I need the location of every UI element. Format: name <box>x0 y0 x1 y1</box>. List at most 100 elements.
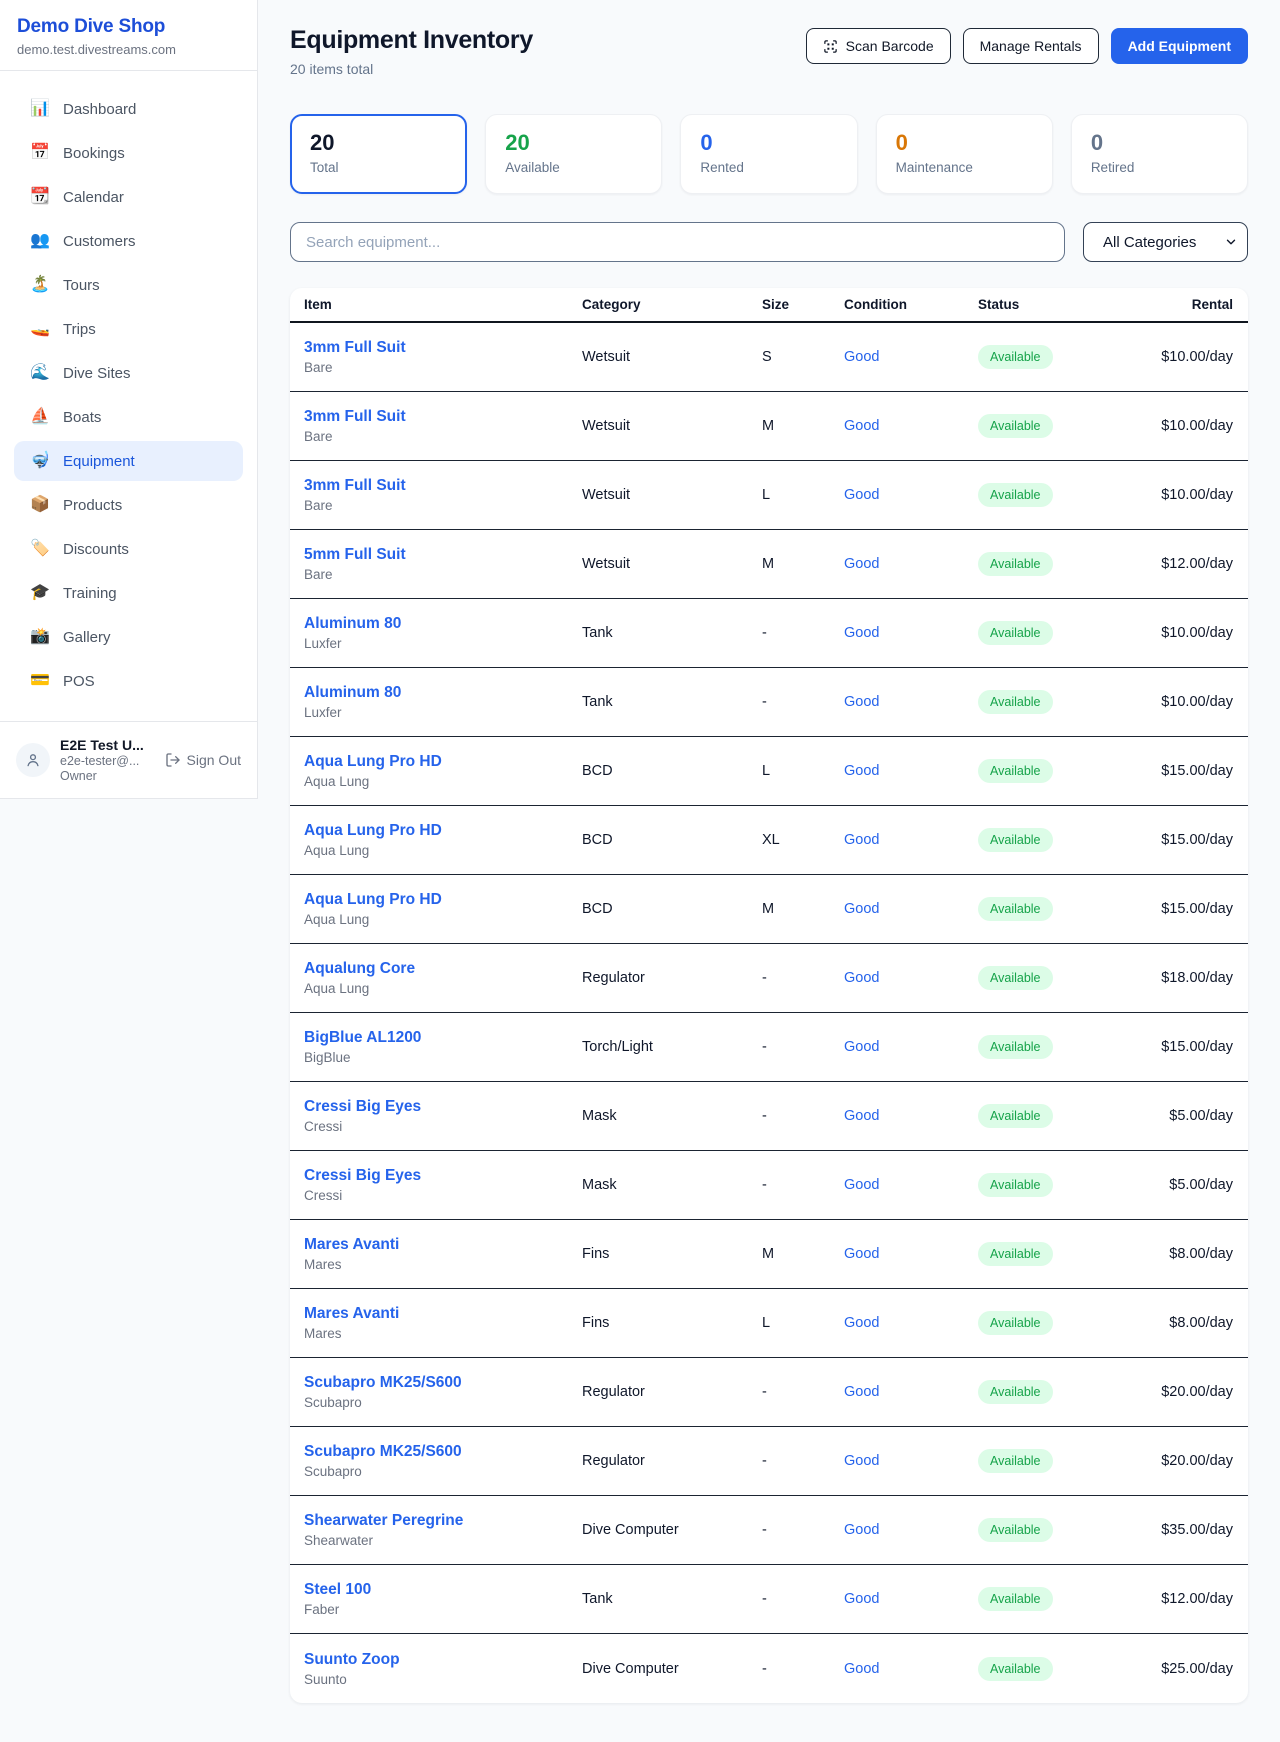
status-badge: Available <box>978 690 1053 714</box>
item-brand: Suunto <box>304 1672 582 1687</box>
item-name-link[interactable]: Mares Avanti <box>304 1305 582 1323</box>
stat-card-rented[interactable]: 0 Rented <box>680 114 857 194</box>
condition-link[interactable]: Good <box>844 763 879 779</box>
item-name-link[interactable]: 3mm Full Suit <box>304 339 582 357</box>
condition-link[interactable]: Good <box>844 1453 879 1469</box>
item-name-link[interactable]: Aqualung Core <box>304 960 582 978</box>
rental-cell: $35.00/day <box>1098 1522 1233 1538</box>
item-name-link[interactable]: Aqua Lung Pro HD <box>304 753 582 771</box>
item-name-link[interactable]: Scubapro MK25/S600 <box>304 1443 582 1461</box>
sidebar-item-icon: 🎓 <box>30 585 50 601</box>
condition-link[interactable]: Good <box>844 901 879 917</box>
stat-card-retired[interactable]: 0 Retired <box>1071 114 1248 194</box>
category-select[interactable]: All Categories <box>1083 222 1248 262</box>
item-name-link[interactable]: Scubapro MK25/S600 <box>304 1374 582 1392</box>
brand-name[interactable]: Demo Dive Shop <box>17 16 240 38</box>
condition-cell: Good <box>844 1314 978 1332</box>
sidebar-item-tours[interactable]: 🏝️ Tours <box>14 265 243 305</box>
item-brand: Aqua Lung <box>304 912 582 927</box>
stats-row: 20 Total 20 Available 0 Rented 0 Mainten… <box>290 114 1248 194</box>
rental-cell: $12.00/day <box>1098 556 1233 572</box>
item-name-link[interactable]: 5mm Full Suit <box>304 546 582 564</box>
sidebar-item-label: Equipment <box>63 453 135 470</box>
status-badge: Available <box>978 759 1053 783</box>
size-cell: M <box>762 1246 844 1262</box>
stat-card-maintenance[interactable]: 0 Maintenance <box>876 114 1053 194</box>
sidebar-item-label: Tours <box>63 277 100 294</box>
item-name-link[interactable]: Aluminum 80 <box>304 615 582 633</box>
sidebar-item-boats[interactable]: ⛵ Boats <box>14 397 243 437</box>
item-name-link[interactable]: Steel 100 <box>304 1581 582 1599</box>
condition-link[interactable]: Good <box>844 1661 879 1677</box>
status-badge: Available <box>978 1518 1053 1542</box>
item-name-link[interactable]: Shearwater Peregrine <box>304 1512 582 1530</box>
sidebar-item-customers[interactable]: 👥 Customers <box>14 221 243 261</box>
condition-link[interactable]: Good <box>844 625 879 641</box>
stat-label: Maintenance <box>896 160 1033 175</box>
scan-barcode-button[interactable]: Scan Barcode <box>806 28 951 64</box>
condition-link[interactable]: Good <box>844 1246 879 1262</box>
sidebar-item-gallery[interactable]: 📸 Gallery <box>14 617 243 657</box>
condition-link[interactable]: Good <box>844 832 879 848</box>
condition-link[interactable]: Good <box>844 556 879 572</box>
table-row: Steel 100 Faber Tank - Good Available $1… <box>290 1565 1248 1634</box>
condition-link[interactable]: Good <box>844 487 879 503</box>
rental-cell: $25.00/day <box>1098 1661 1233 1677</box>
condition-link[interactable]: Good <box>844 1591 879 1607</box>
item-name-link[interactable]: 3mm Full Suit <box>304 477 582 495</box>
sidebar-item-label: Bookings <box>63 145 125 162</box>
item-name-link[interactable]: Aqua Lung Pro HD <box>304 822 582 840</box>
condition-cell: Good <box>844 969 978 987</box>
table-row: Suunto Zoop Suunto Dive Computer - Good … <box>290 1634 1248 1703</box>
status-cell: Available <box>978 483 1098 507</box>
condition-link[interactable]: Good <box>844 1039 879 1055</box>
user-email: e2e-tester@... <box>60 754 165 768</box>
item-cell: Cressi Big Eyes Cressi <box>304 1167 582 1203</box>
sidebar-item-dashboard[interactable]: 📊 Dashboard <box>14 89 243 129</box>
item-brand: Bare <box>304 567 582 582</box>
search-input[interactable] <box>290 222 1065 262</box>
condition-link[interactable]: Good <box>844 1315 879 1331</box>
condition-link[interactable]: Good <box>844 970 879 986</box>
condition-link[interactable]: Good <box>844 694 879 710</box>
item-name-link[interactable]: Suunto Zoop <box>304 1651 582 1669</box>
sidebar-item-bookings[interactable]: 📅 Bookings <box>14 133 243 173</box>
condition-cell: Good <box>844 1660 978 1678</box>
rental-cell: $20.00/day <box>1098 1453 1233 1469</box>
add-equipment-button[interactable]: Add Equipment <box>1111 28 1248 64</box>
sidebar-item-dive-sites[interactable]: 🌊 Dive Sites <box>14 353 243 393</box>
item-cell: Aqua Lung Pro HD Aqua Lung <box>304 753 582 789</box>
item-name-link[interactable]: Cressi Big Eyes <box>304 1098 582 1116</box>
item-name-link[interactable]: 3mm Full Suit <box>304 408 582 426</box>
sidebar-item-trips[interactable]: 🚤 Trips <box>14 309 243 349</box>
item-brand: Bare <box>304 429 582 444</box>
stat-card-total[interactable]: 20 Total <box>290 114 467 194</box>
sign-out-button[interactable]: Sign Out <box>165 752 241 768</box>
manage-rentals-button[interactable]: Manage Rentals <box>963 28 1099 64</box>
condition-link[interactable]: Good <box>844 1384 879 1400</box>
condition-cell: Good <box>844 1176 978 1194</box>
sidebar-item-products[interactable]: 📦 Products <box>14 485 243 525</box>
stat-card-available[interactable]: 20 Available <box>485 114 662 194</box>
sidebar-item-icon: ⛵ <box>30 409 50 425</box>
sidebar-item-calendar[interactable]: 📆 Calendar <box>14 177 243 217</box>
item-name-link[interactable]: Aluminum 80 <box>304 684 582 702</box>
condition-link[interactable]: Good <box>844 349 879 365</box>
item-brand: Bare <box>304 498 582 513</box>
condition-link[interactable]: Good <box>844 418 879 434</box>
condition-link[interactable]: Good <box>844 1177 879 1193</box>
item-name-link[interactable]: Mares Avanti <box>304 1236 582 1254</box>
condition-link[interactable]: Good <box>844 1522 879 1538</box>
stat-value: 0 <box>700 130 837 155</box>
sidebar-item-discounts[interactable]: 🏷️ Discounts <box>14 529 243 569</box>
item-name-link[interactable]: Aqua Lung Pro HD <box>304 891 582 909</box>
item-name-link[interactable]: BigBlue AL1200 <box>304 1029 582 1047</box>
condition-link[interactable]: Good <box>844 1108 879 1124</box>
rental-cell: $20.00/day <box>1098 1384 1233 1400</box>
item-name-link[interactable]: Cressi Big Eyes <box>304 1167 582 1185</box>
sidebar-item-training[interactable]: 🎓 Training <box>14 573 243 613</box>
size-cell: XL <box>762 832 844 848</box>
sidebar-item-pos[interactable]: 💳 POS <box>14 661 243 701</box>
sidebar-item-equipment[interactable]: 🤿 Equipment <box>14 441 243 481</box>
rental-cell: $10.00/day <box>1098 487 1233 503</box>
